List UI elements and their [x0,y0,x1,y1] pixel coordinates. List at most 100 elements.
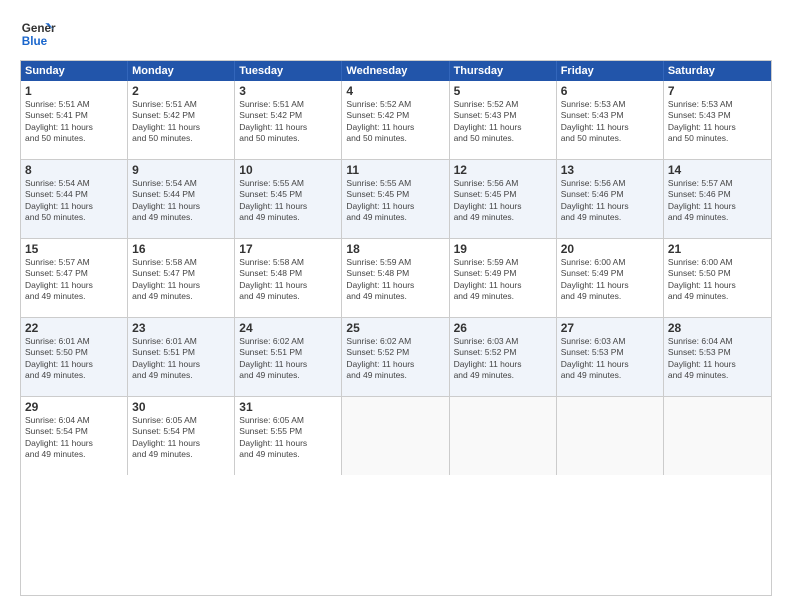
day-number: 25 [346,321,444,335]
calendar-cell: 5Sunrise: 5:52 AM Sunset: 5:43 PM Daylig… [450,81,557,159]
header-day-sunday: Sunday [21,61,128,81]
day-number: 30 [132,400,230,414]
day-number: 13 [561,163,659,177]
calendar-cell: 17Sunrise: 5:58 AM Sunset: 5:48 PM Dayli… [235,239,342,317]
header-day-tuesday: Tuesday [235,61,342,81]
calendar-cell: 7Sunrise: 5:53 AM Sunset: 5:43 PM Daylig… [664,81,771,159]
calendar-week-5: 29Sunrise: 6:04 AM Sunset: 5:54 PM Dayli… [21,397,771,475]
day-info: Sunrise: 5:56 AM Sunset: 5:45 PM Dayligh… [454,178,552,224]
day-info: Sunrise: 5:51 AM Sunset: 5:41 PM Dayligh… [25,99,123,145]
calendar-week-3: 15Sunrise: 5:57 AM Sunset: 5:47 PM Dayli… [21,239,771,318]
calendar-cell: 8Sunrise: 5:54 AM Sunset: 5:44 PM Daylig… [21,160,128,238]
calendar-cell: 2Sunrise: 5:51 AM Sunset: 5:42 PM Daylig… [128,81,235,159]
day-info: Sunrise: 6:02 AM Sunset: 5:51 PM Dayligh… [239,336,337,382]
day-number: 22 [25,321,123,335]
day-number: 29 [25,400,123,414]
calendar-cell [342,397,449,475]
calendar-cell: 27Sunrise: 6:03 AM Sunset: 5:53 PM Dayli… [557,318,664,396]
day-info: Sunrise: 6:05 AM Sunset: 5:55 PM Dayligh… [239,415,337,461]
day-info: Sunrise: 5:53 AM Sunset: 5:43 PM Dayligh… [668,99,767,145]
day-number: 18 [346,242,444,256]
day-info: Sunrise: 5:52 AM Sunset: 5:42 PM Dayligh… [346,99,444,145]
day-number: 16 [132,242,230,256]
calendar-cell: 21Sunrise: 6:00 AM Sunset: 5:50 PM Dayli… [664,239,771,317]
day-number: 14 [668,163,767,177]
calendar: SundayMondayTuesdayWednesdayThursdayFrid… [20,60,772,596]
header: General Blue [20,16,772,52]
calendar-cell: 23Sunrise: 6:01 AM Sunset: 5:51 PM Dayli… [128,318,235,396]
day-info: Sunrise: 6:04 AM Sunset: 5:54 PM Dayligh… [25,415,123,461]
calendar-cell: 31Sunrise: 6:05 AM Sunset: 5:55 PM Dayli… [235,397,342,475]
header-day-friday: Friday [557,61,664,81]
day-info: Sunrise: 6:03 AM Sunset: 5:53 PM Dayligh… [561,336,659,382]
calendar-cell: 10Sunrise: 5:55 AM Sunset: 5:45 PM Dayli… [235,160,342,238]
day-number: 10 [239,163,337,177]
calendar-cell [664,397,771,475]
calendar-cell: 18Sunrise: 5:59 AM Sunset: 5:48 PM Dayli… [342,239,449,317]
calendar-cell: 29Sunrise: 6:04 AM Sunset: 5:54 PM Dayli… [21,397,128,475]
calendar-cell: 26Sunrise: 6:03 AM Sunset: 5:52 PM Dayli… [450,318,557,396]
svg-text:Blue: Blue [22,35,48,48]
day-info: Sunrise: 6:04 AM Sunset: 5:53 PM Dayligh… [668,336,767,382]
calendar-cell: 4Sunrise: 5:52 AM Sunset: 5:42 PM Daylig… [342,81,449,159]
calendar-cell: 15Sunrise: 5:57 AM Sunset: 5:47 PM Dayli… [21,239,128,317]
calendar-cell: 6Sunrise: 5:53 AM Sunset: 5:43 PM Daylig… [557,81,664,159]
day-number: 6 [561,84,659,98]
day-info: Sunrise: 5:59 AM Sunset: 5:49 PM Dayligh… [454,257,552,303]
day-number: 21 [668,242,767,256]
day-number: 26 [454,321,552,335]
calendar-cell: 28Sunrise: 6:04 AM Sunset: 5:53 PM Dayli… [664,318,771,396]
day-number: 23 [132,321,230,335]
calendar-cell: 30Sunrise: 6:05 AM Sunset: 5:54 PM Dayli… [128,397,235,475]
day-info: Sunrise: 6:00 AM Sunset: 5:50 PM Dayligh… [668,257,767,303]
day-info: Sunrise: 5:58 AM Sunset: 5:48 PM Dayligh… [239,257,337,303]
calendar-week-2: 8 Sunrise: 5:54 AM Sunset: 5:44 PM Daylig… [21,160,771,239]
header-day-saturday: Saturday [664,61,771,81]
day-info: Sunrise: 6:01 AM Sunset: 5:51 PM Dayligh… [132,336,230,382]
calendar-cell: 11Sunrise: 5:55 AM Sunset: 5:45 PM Dayli… [342,160,449,238]
calendar-header: SundayMondayTuesdayWednesdayThursdayFrid… [21,61,771,81]
day-info: Sunrise: 6:02 AM Sunset: 5:52 PM Dayligh… [346,336,444,382]
day-info: Sunrise: 6:03 AM Sunset: 5:52 PM Dayligh… [454,336,552,382]
day-number: 20 [561,242,659,256]
calendar-cell: 14Sunrise: 5:57 AM Sunset: 5:46 PM Dayli… [664,160,771,238]
calendar-week-4: 22Sunrise: 6:01 AM Sunset: 5:50 PM Dayli… [21,318,771,397]
day-info: Sunrise: 5:54 AM Sunset: 5:44 PM Dayligh… [132,178,230,224]
day-number: 11 [346,163,444,177]
day-number: 17 [239,242,337,256]
day-number: 9 [132,163,230,177]
day-number: 4 [346,84,444,98]
logo-icon: General Blue [20,16,56,52]
calendar-cell: 9Sunrise: 5:54 AM Sunset: 5:44 PM Daylig… [128,160,235,238]
calendar-cell: 12Sunrise: 5:56 AM Sunset: 5:45 PM Dayli… [450,160,557,238]
calendar-cell: 20Sunrise: 6:00 AM Sunset: 5:49 PM Dayli… [557,239,664,317]
day-info: Sunrise: 5:57 AM Sunset: 5:47 PM Dayligh… [25,257,123,303]
day-number: 1 [25,84,123,98]
day-info: Sunrise: 5:57 AM Sunset: 5:46 PM Dayligh… [668,178,767,224]
calendar-cell: 16Sunrise: 5:58 AM Sunset: 5:47 PM Dayli… [128,239,235,317]
day-number: 27 [561,321,659,335]
day-info: Sunrise: 5:52 AM Sunset: 5:43 PM Dayligh… [454,99,552,145]
day-number: 24 [239,321,337,335]
day-number: 15 [25,242,123,256]
calendar-body: 1Sunrise: 5:51 AM Sunset: 5:41 PM Daylig… [21,81,771,475]
header-day-wednesday: Wednesday [342,61,449,81]
day-number: 19 [454,242,552,256]
day-number: 7 [668,84,767,98]
day-info: Sunrise: 5:59 AM Sunset: 5:48 PM Dayligh… [346,257,444,303]
calendar-cell: 1Sunrise: 5:51 AM Sunset: 5:41 PM Daylig… [21,81,128,159]
day-number: 28 [668,321,767,335]
day-number: 3 [239,84,337,98]
logo: General Blue [20,16,56,52]
day-number: 31 [239,400,337,414]
day-info: Sunrise: 6:05 AM Sunset: 5:54 PM Dayligh… [132,415,230,461]
calendar-cell: 13Sunrise: 5:56 AM Sunset: 5:46 PM Dayli… [557,160,664,238]
day-number: 12 [454,163,552,177]
day-info: Sunrise: 5:53 AM Sunset: 5:43 PM Dayligh… [561,99,659,145]
day-info: Sunrise: 5:58 AM Sunset: 5:47 PM Dayligh… [132,257,230,303]
day-number: 5 [454,84,552,98]
day-number: 8 [25,163,123,177]
header-day-monday: Monday [128,61,235,81]
calendar-cell: 22Sunrise: 6:01 AM Sunset: 5:50 PM Dayli… [21,318,128,396]
page: General Blue SundayMondayTuesdayWednesda… [0,0,792,612]
